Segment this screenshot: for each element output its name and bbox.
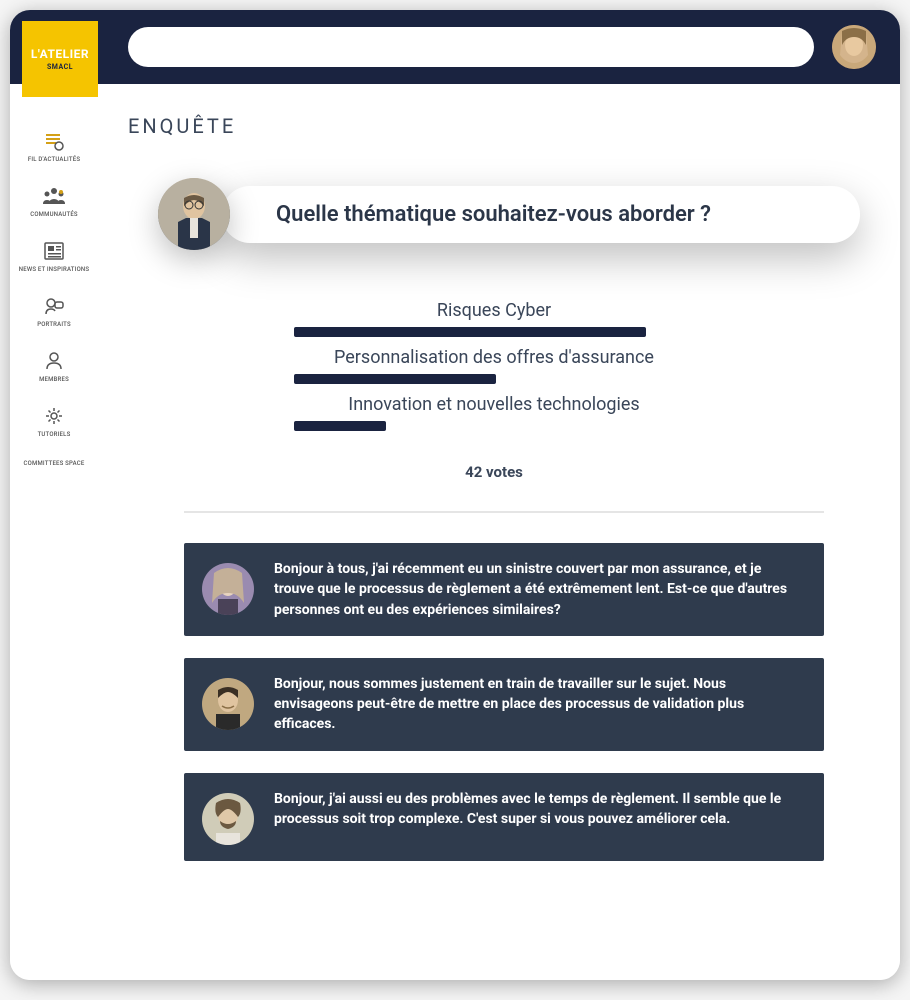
sidebar-item-label: PORTRAITS [37, 321, 71, 328]
sidebar-item-members[interactable]: MEMBRES [10, 348, 98, 385]
sidebar-item-news-inspirations[interactable]: NEWS ET INSPIRATIONS [10, 238, 98, 275]
sidebar: FIL D'ACTUALITÉS COMMUNAUTÉS NEWS ET INS… [10, 84, 98, 980]
user-avatar[interactable] [832, 25, 876, 69]
comment-avatar[interactable] [202, 678, 254, 730]
main-content: ENQUÊTE [98, 84, 900, 980]
sidebar-item-news-feed[interactable]: FIL D'ACTUALITÉS [10, 128, 98, 165]
sidebar-item-communities[interactable]: COMMUNAUTÉS [10, 183, 98, 220]
comment: Bonjour, nous sommes justement en train … [184, 658, 824, 751]
portraits-icon [42, 295, 66, 317]
sidebar-item-label: MEMBRES [39, 376, 69, 383]
option-label: Innovation et nouvelles technologies [284, 394, 704, 415]
communities-icon [42, 185, 66, 207]
app-frame: L'ATELIER SMACL FIL D'ACTUALITÉS [10, 10, 900, 980]
brand-logo[interactable]: L'ATELIER SMACL [22, 21, 98, 97]
brand-name: L'ATELIER [31, 47, 89, 61]
divider [184, 511, 824, 513]
survey-option[interactable]: Innovation et nouvelles technologies [284, 394, 704, 431]
search-input[interactable] [128, 27, 814, 67]
option-bar [294, 374, 496, 384]
page-title: ENQUÊTE [128, 114, 860, 138]
gear-icon [42, 405, 66, 427]
comment-text: Bonjour, j'ai aussi eu des problèmes ave… [274, 789, 800, 830]
comment-avatar[interactable] [202, 793, 254, 845]
news-feed-icon [42, 130, 66, 152]
comment-text: Bonjour à tous, j'ai récemment eu un sin… [274, 559, 800, 620]
sidebar-item-label: TUTORIELS [38, 431, 71, 438]
brand-sub: SMACL [47, 63, 73, 71]
topbar: L'ATELIER SMACL [10, 10, 900, 84]
survey-question-box: Quelle thématique souhaitez-vous aborder… [222, 186, 860, 243]
comments-list: Bonjour à tous, j'ai récemment eu un sin… [184, 543, 824, 861]
votes-count: 42 votes [465, 463, 523, 481]
sidebar-item-portraits[interactable]: PORTRAITS [10, 293, 98, 330]
sidebar-item-label: FIL D'ACTUALITÉS [28, 156, 80, 163]
avatar-icon [832, 25, 876, 69]
survey-question: Quelle thématique souhaitez-vous aborder… [252, 202, 830, 227]
members-icon [42, 350, 66, 372]
newspaper-icon [42, 240, 66, 262]
comment: Bonjour à tous, j'ai récemment eu un sin… [184, 543, 824, 636]
sidebar-item-label: COMMUNAUTÉS [30, 211, 78, 218]
survey-header: Quelle thématique souhaitez-vous aborder… [158, 178, 860, 250]
sidebar-item-tutorials[interactable]: TUTORIELS [10, 403, 98, 440]
option-label: Personnalisation des offres d'assurance [284, 347, 704, 368]
sidebar-item-committees[interactable]: COMMITTEES SPACE [10, 458, 98, 469]
sidebar-item-label: COMMITTEES SPACE [24, 460, 85, 467]
comment-text: Bonjour, nous sommes justement en train … [274, 674, 800, 735]
comment: Bonjour, j'ai aussi eu des problèmes ave… [184, 773, 824, 861]
option-bar [294, 421, 386, 431]
body: FIL D'ACTUALITÉS COMMUNAUTÉS NEWS ET INS… [10, 84, 900, 980]
option-bar [294, 327, 646, 337]
sidebar-item-label: NEWS ET INSPIRATIONS [19, 266, 89, 273]
survey-author-avatar[interactable] [158, 178, 230, 250]
survey-option[interactable]: Personnalisation des offres d'assurance [284, 347, 704, 384]
option-label: Risques Cyber [284, 300, 704, 321]
comment-avatar[interactable] [202, 563, 254, 615]
survey-options: Risques Cyber Personnalisation des offre… [128, 300, 860, 481]
survey-option[interactable]: Risques Cyber [284, 300, 704, 337]
